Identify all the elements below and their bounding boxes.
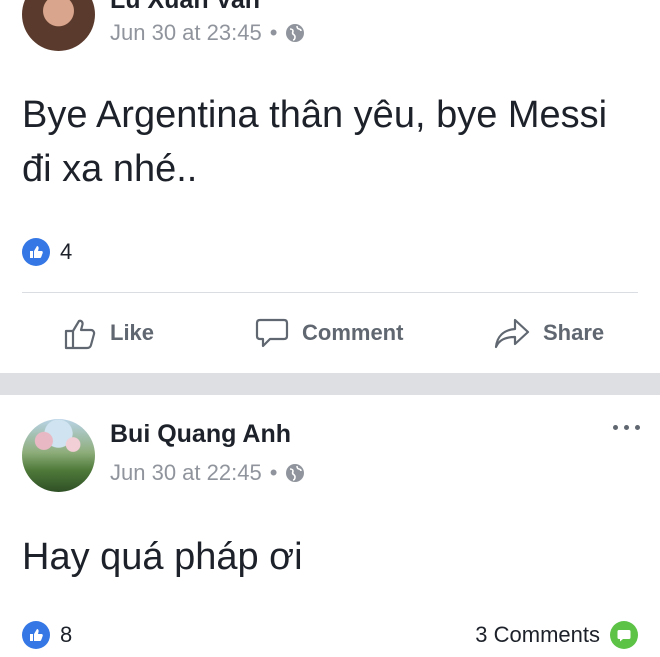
like-count: 4 [60,239,73,264]
post-card: Bui Quang Anh Jun 30 at 22:45 • Hay quá … [0,395,660,657]
author-name[interactable]: Bui Quang Anh [110,420,291,449]
meta-separator: • [269,460,278,485]
reactions-summary[interactable]: 8 [22,621,72,649]
thumbs-up-icon [64,319,96,350]
avatar[interactable] [22,419,95,492]
comment-button[interactable]: Comment [254,300,403,366]
post-timestamp[interactable]: Jun 30 at 23:45 [110,20,262,46]
more-icon[interactable] [613,425,640,430]
comments-summary[interactable]: 3 Comments [475,621,638,649]
like-count: 8 [60,622,73,647]
avatar[interactable] [22,0,95,51]
globe-icon [286,24,305,42]
post-text: Hay quá pháp ơi [22,536,303,578]
like-label: Like [110,320,155,345]
comment-count: 3 Comments [475,622,600,647]
reactions-summary[interactable]: 4 [22,238,72,266]
globe-icon [286,464,305,482]
post-text: Bye Argentina thân yêu, bye Messi đi xa … [22,94,608,190]
feed-divider [0,373,660,395]
like-button[interactable]: Like [62,300,154,366]
share-label: Share [543,320,605,345]
post-card: Lu Xuan Van Jun 30 at 23:45 • Bye Argent… [0,0,660,373]
divider [22,292,638,293]
action-bar: Like Comment Share [0,300,660,366]
post-meta: Jun 30 at 22:45 • [110,460,305,486]
post-timestamp[interactable]: Jun 30 at 22:45 [110,460,262,486]
like-badge-icon [22,621,50,649]
share-arrow-icon [494,318,530,349]
comment-bubble-icon [255,318,289,348]
author-name[interactable]: Lu Xuan Van [110,0,260,15]
post-meta: Jun 30 at 23:45 • [110,20,305,46]
share-button[interactable]: Share [493,300,604,366]
like-badge-icon [22,238,50,266]
comment-badge-icon [610,621,638,649]
meta-separator: • [269,20,278,45]
comment-label: Comment [302,320,404,345]
